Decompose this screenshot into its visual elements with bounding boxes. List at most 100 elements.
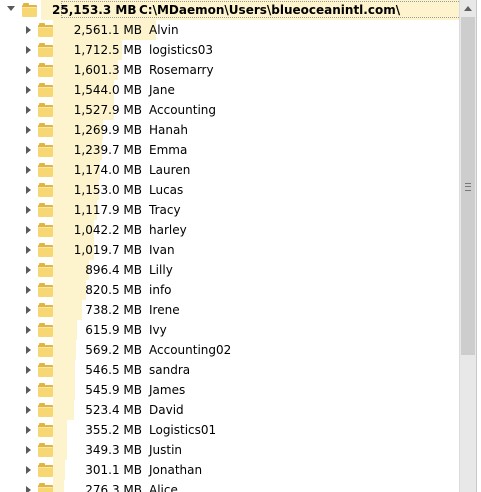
tree-item-row[interactable]: 545.9 MB James — [0, 380, 459, 400]
folder-icon — [38, 123, 53, 137]
expand-toggle-icon[interactable] — [26, 66, 31, 74]
expand-toggle-icon[interactable] — [26, 426, 31, 434]
expand-toggle-icon[interactable] — [26, 386, 31, 394]
folder-icon — [22, 3, 37, 17]
item-size: 545.9 MB — [85, 383, 142, 397]
tree-item-row[interactable]: 1,042.2 MB harley — [0, 220, 459, 240]
expand-toggle-icon[interactable] — [26, 46, 31, 54]
item-size: 2,561.1 MB — [73, 23, 142, 37]
tree-item-row[interactable]: 1,712.5 MB logistics03 — [0, 40, 459, 60]
item-size: 1,601.3 MB — [73, 63, 142, 77]
expand-toggle-icon[interactable] — [26, 306, 31, 314]
expand-toggle-icon[interactable] — [7, 6, 15, 11]
tree-item-row[interactable]: 1,269.9 MB Hanah — [0, 120, 459, 140]
expand-toggle-icon[interactable] — [26, 186, 31, 194]
tree-item-row[interactable]: 1,601.3 MB Rosemarry — [0, 60, 459, 80]
scrollbar-thumb[interactable] — [461, 17, 475, 355]
folder-icon — [38, 343, 53, 357]
item-size: 1,174.0 MB — [73, 163, 142, 177]
item-name: harley — [149, 223, 187, 237]
folder-icon — [38, 483, 53, 492]
item-name: Irene — [149, 303, 180, 317]
folder-icon — [38, 63, 53, 77]
expand-toggle-icon[interactable] — [26, 106, 31, 114]
item-name: David — [149, 403, 184, 417]
tree-item-row[interactable]: 546.5 MB sandra — [0, 360, 459, 380]
scroll-grip-icon — [465, 183, 471, 191]
vertical-scrollbar[interactable] — [459, 0, 476, 492]
tree-item-row[interactable]: 2,561.1 MB Alvin — [0, 20, 459, 40]
item-size: 569.2 MB — [85, 343, 142, 357]
item-size: 1,117.9 MB — [73, 203, 142, 217]
item-name: Ivan — [149, 243, 175, 257]
tree-item-row[interactable]: 1,544.0 MB Jane — [0, 80, 459, 100]
folder-icon — [38, 203, 53, 217]
folder-icon — [38, 263, 53, 277]
tree-item-row[interactable]: 820.5 MB info — [0, 280, 459, 300]
item-size: 1,153.0 MB — [73, 183, 142, 197]
expand-toggle-icon[interactable] — [26, 226, 31, 234]
tree-item-row[interactable]: 1,153.0 MB Lucas — [0, 180, 459, 200]
item-size: 1,019.7 MB — [73, 243, 142, 257]
item-name: Lilly — [149, 263, 173, 277]
expand-toggle-icon[interactable] — [26, 326, 31, 334]
folder-icon — [38, 283, 53, 297]
item-size: 896.4 MB — [85, 263, 142, 277]
expand-toggle-icon[interactable] — [26, 366, 31, 374]
item-name: Accounting — [149, 103, 217, 117]
root-path: C:\MDaemon\Users\blueoceanintl.com\ — [139, 3, 401, 17]
expand-toggle-icon[interactable] — [26, 86, 31, 94]
folder-icon — [38, 143, 53, 157]
folder-icon — [38, 363, 53, 377]
folder-icon — [38, 303, 53, 317]
item-name: Accounting02 — [149, 343, 232, 357]
expand-toggle-icon[interactable] — [26, 146, 31, 154]
expand-toggle-icon[interactable] — [26, 126, 31, 134]
item-size: 1,239.7 MB — [73, 143, 142, 157]
tree-item-row[interactable]: 1,527.9 MB Accounting — [0, 100, 459, 120]
root-size: 25,153.3 MB — [52, 3, 137, 17]
item-name: Alvin — [149, 23, 179, 37]
item-name: Emma — [149, 143, 188, 157]
expand-toggle-icon[interactable] — [26, 346, 31, 354]
scroll-up-arrow-icon[interactable] — [464, 6, 472, 11]
expand-toggle-icon[interactable] — [26, 466, 31, 474]
item-name: Logistics01 — [149, 423, 217, 437]
tree-item-row[interactable]: 349.3 MB Justin — [0, 440, 459, 460]
tree-item-row[interactable]: 1,117.9 MB Tracy — [0, 200, 459, 220]
tree-root-row[interactable]: 25,153.3 MB C:\MDaemon\Users\blueoceanin… — [0, 0, 459, 20]
folder-icon — [38, 83, 53, 97]
tree-item-row[interactable]: 615.9 MB Ivy — [0, 320, 459, 340]
tree-item-row[interactable]: 1,239.7 MB Emma — [0, 140, 459, 160]
tree-item-row[interactable]: 355.2 MB Logistics01 — [0, 420, 459, 440]
expand-toggle-icon[interactable] — [26, 286, 31, 294]
tree-item-row[interactable]: 896.4 MB Lilly — [0, 260, 459, 280]
item-size: 820.5 MB — [85, 283, 142, 297]
item-size: 1,712.5 MB — [73, 43, 142, 57]
expand-toggle-icon[interactable] — [26, 446, 31, 454]
item-size: 615.9 MB — [85, 323, 142, 337]
item-name: Lauren — [149, 163, 191, 177]
item-name: Jane — [149, 83, 175, 97]
tree-item-row[interactable]: 738.2 MB Irene — [0, 300, 459, 320]
item-name: Alice — [149, 483, 178, 492]
tree-item-row[interactable]: 301.1 MB Jonathan — [0, 460, 459, 480]
tree-item-row[interactable]: 1,019.7 MB Ivan — [0, 240, 459, 260]
tree-item-row[interactable]: 276.3 MB Alice — [0, 480, 459, 492]
folder-icon — [38, 103, 53, 117]
item-size: 1,269.9 MB — [73, 123, 142, 137]
expand-toggle-icon[interactable] — [26, 406, 31, 414]
folder-icon — [38, 403, 53, 417]
expand-toggle-icon[interactable] — [26, 266, 31, 274]
expand-toggle-icon[interactable] — [26, 26, 31, 34]
tree-item-row[interactable]: 1,174.0 MB Lauren — [0, 160, 459, 180]
tree-item-row[interactable]: 523.4 MB David — [0, 400, 459, 420]
item-size: 738.2 MB — [85, 303, 142, 317]
folder-size-tree[interactable]: 25,153.3 MB C:\MDaemon\Users\blueoceanin… — [0, 0, 459, 492]
expand-toggle-icon[interactable] — [26, 206, 31, 214]
expand-toggle-icon[interactable] — [26, 166, 31, 174]
tree-item-row[interactable]: 569.2 MB Accounting02 — [0, 340, 459, 360]
expand-toggle-icon[interactable] — [26, 486, 31, 492]
item-name: Ivy — [149, 323, 167, 337]
expand-toggle-icon[interactable] — [26, 246, 31, 254]
